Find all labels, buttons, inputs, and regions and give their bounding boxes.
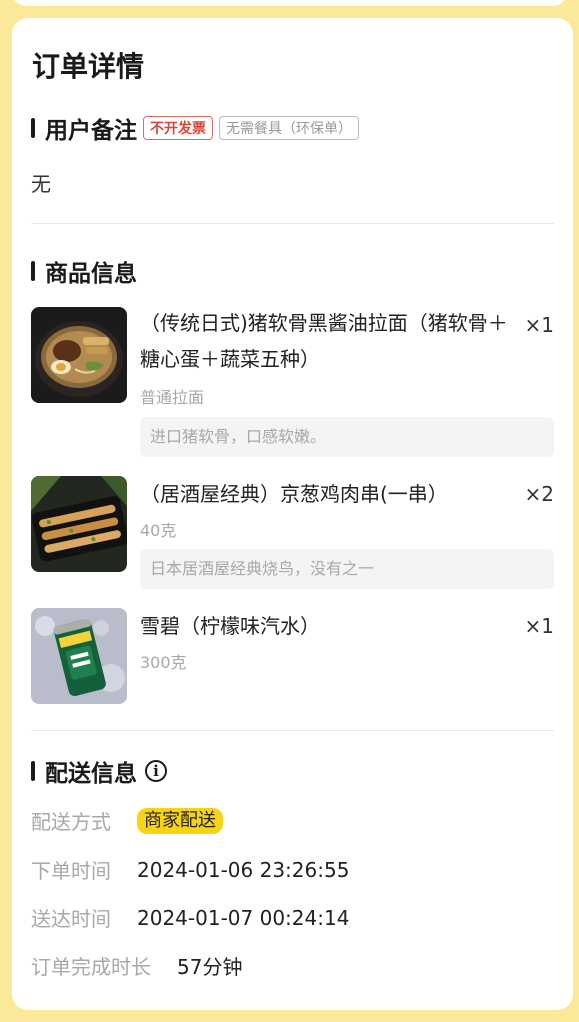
product-note: 进口猪软骨，口感软嫩。 [140, 417, 554, 457]
order-detail-card: 订单详情 用户备注 不开发票 无需餐具（环保单） 无 商品信息 （传统日式)猪软… [12, 18, 573, 1010]
remark-content: 无 [31, 172, 51, 196]
section-bar [31, 761, 35, 781]
ramen-bowl-image [31, 307, 127, 403]
product-qty: ×1 [524, 614, 554, 638]
product-qty: ×2 [524, 482, 554, 506]
completion-duration-value: 57分钟 [177, 955, 243, 979]
divider [31, 730, 554, 731]
delivery-method-label: 配送方式 [31, 810, 111, 834]
delivered-time-row: 送达时间 2024-01-07 00:24:14 [31, 903, 349, 932]
remark-section-header: 用户备注 不开发票 无需餐具（环保单） [31, 111, 359, 145]
delivery-section-header: 配送信息 i [31, 754, 167, 788]
goods-section-header: 商品信息 [31, 254, 137, 288]
completion-duration-row: 订单完成时长 57分钟 [31, 951, 242, 980]
order-time-label: 下单时间 [31, 859, 111, 883]
sprite-can-image [31, 608, 127, 704]
product-name: （传统日式)猪软骨黑酱油拉面（猪软骨＋糖心蛋＋蔬菜五种） [140, 311, 508, 371]
completion-duration-label: 订单完成时长 [31, 955, 151, 979]
goods-title: 商品信息 [45, 261, 137, 287]
product-item-skewer[interactable]: （居酒屋经典）京葱鸡肉串(一串） ×2 40克 日本居酒屋经典烧鸟，没有之一 [31, 476, 554, 589]
delivery-method-row: 配送方式 商家配送 [31, 806, 223, 835]
section-bar [31, 118, 35, 138]
no-cutlery-tag: 无需餐具（环保单） [219, 116, 359, 140]
info-icon[interactable]: i [145, 760, 167, 782]
no-invoice-tag: 不开发票 [143, 116, 213, 140]
order-time-row: 下单时间 2024-01-06 23:26:55 [31, 855, 349, 884]
product-spec: 40克 [140, 521, 177, 540]
product-spec: 普通拉面 [140, 388, 205, 407]
product-note: 日本居酒屋经典烧鸟，没有之一 [140, 549, 554, 589]
remark-title: 用户备注 [45, 118, 137, 144]
chicken-skewer-image [31, 476, 127, 572]
product-item-sprite[interactable]: 雪碧（柠檬味汽水） ×1 300克 [31, 608, 554, 704]
product-spec: 300克 [140, 653, 187, 672]
delivery-method-badge: 商家配送 [137, 807, 223, 834]
order-time-value: 2024-01-06 23:26:55 [137, 857, 350, 882]
delivery-title: 配送信息 [45, 761, 137, 787]
previous-card-edge [12, 0, 567, 6]
section-bar [31, 261, 35, 281]
page-title: 订单详情 [32, 50, 145, 83]
product-item-ramen[interactable]: （传统日式)猪软骨黑酱油拉面（猪软骨＋糖心蛋＋蔬菜五种） ×1 普通拉面 进口猪… [31, 307, 554, 457]
delivered-time-label: 送达时间 [31, 907, 111, 931]
delivered-time-value: 2024-01-07 00:24:14 [137, 905, 350, 930]
product-qty: ×1 [524, 313, 554, 337]
product-name: （居酒屋经典）京葱鸡肉串(一串） [140, 482, 448, 506]
product-name: 雪碧（柠檬味汽水） [140, 614, 320, 638]
divider [31, 223, 554, 224]
